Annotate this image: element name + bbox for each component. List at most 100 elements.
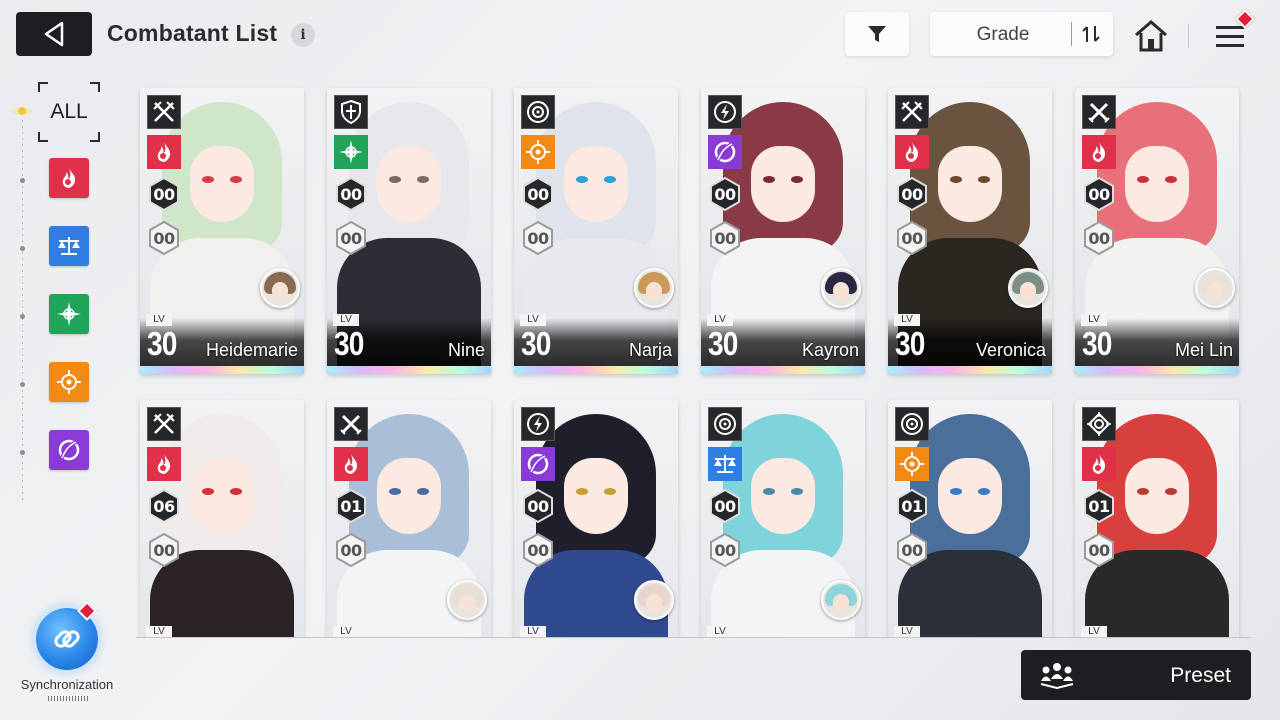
corner-bracket <box>90 132 100 142</box>
rank-value: 01 <box>1088 497 1110 516</box>
combatant-card[interactable]: 00 00 LV 30 Kayron <box>701 88 865 374</box>
crossed-blades-icon <box>334 407 368 441</box>
level-tag: LV <box>520 626 546 637</box>
combatant-card[interactable]: 00 00 LV 30 Mei Lin <box>1075 88 1239 374</box>
home-button[interactable] <box>1131 16 1171 56</box>
void-swirl-icon <box>708 135 742 169</box>
sync-label: Synchronization <box>20 677 114 692</box>
combatant-card[interactable]: 01 00 LV <box>888 400 1052 637</box>
shield-icon <box>334 95 368 129</box>
sub-rank-value: 00 <box>901 541 923 560</box>
companion-avatar <box>447 580 487 620</box>
sort-order-toggle[interactable] <box>1076 20 1106 48</box>
diamond-target-icon <box>1082 407 1116 441</box>
sidebar-dot <box>20 178 25 183</box>
rank-value: 00 <box>714 497 736 516</box>
sub-rank-badge: 00 <box>708 220 742 256</box>
synchronization-button[interactable] <box>32 601 102 674</box>
rank-value: 00 <box>1088 185 1110 204</box>
level-tag: LV <box>333 626 359 637</box>
link-chain-icon <box>54 630 80 648</box>
sun-icon <box>895 447 929 481</box>
rank-value: 01 <box>340 497 362 516</box>
sub-rank-value: 00 <box>153 541 175 560</box>
target-icon <box>895 407 929 441</box>
combatant-name: Nine <box>447 340 485 360</box>
rank-badge: 00 <box>521 176 555 212</box>
sidebar-guide-line <box>22 120 23 500</box>
filter-button[interactable] <box>845 12 909 56</box>
level-value: 30 <box>708 325 738 362</box>
sub-rank-badge: 00 <box>334 532 368 568</box>
combatant-card[interactable]: 01 00 LV <box>1075 400 1239 637</box>
combatant-card[interactable]: 01 00 LV <box>327 400 491 637</box>
home-icon <box>1135 20 1167 52</box>
rank-badge: 00 <box>708 176 742 212</box>
sub-rank-badge: 00 <box>147 220 181 256</box>
rank-badge: 00 <box>895 176 929 212</box>
companion-avatar <box>634 580 674 620</box>
combatant-card[interactable]: 00 00 LV <box>701 400 865 637</box>
flame-icon <box>147 135 181 169</box>
companion-avatar <box>1008 268 1048 308</box>
combatant-card[interactable]: 00 00 LV 30 Veronica <box>888 88 1052 374</box>
sub-rank-value: 00 <box>527 541 549 560</box>
flame-icon <box>147 447 181 481</box>
filter-icon <box>868 26 886 42</box>
companion-avatar <box>821 268 861 308</box>
filter-compass-star-button[interactable] <box>49 294 89 334</box>
sidebar-dot <box>20 314 25 319</box>
filter-scales-button[interactable] <box>49 226 89 266</box>
filter-void-swirl-button[interactable] <box>49 430 89 470</box>
level-tag: LV <box>1081 626 1107 637</box>
crossed-swords-icon <box>147 407 181 441</box>
combatant-name: Mei Lin <box>1174 340 1233 360</box>
combatant-card[interactable]: 06 00 LV <box>140 400 304 637</box>
lightning-icon <box>521 407 555 441</box>
rank-value: 00 <box>901 185 923 204</box>
rarity-strip <box>514 366 678 374</box>
combatant-card[interactable]: 00 00 LV <box>514 400 678 637</box>
combatant-card[interactable]: 00 00 LV 30 Narja <box>514 88 678 374</box>
filter-flame-button[interactable] <box>49 158 89 198</box>
combatant-name: Veronica <box>975 340 1046 360</box>
sidebar-dot <box>20 450 25 455</box>
crossed-swords-icon <box>147 95 181 129</box>
sidebar-dot <box>20 246 25 251</box>
companion-avatar <box>260 268 300 308</box>
sort-divider <box>1071 22 1072 46</box>
rank-badge: 00 <box>708 488 742 524</box>
top-separator <box>1188 24 1189 48</box>
rank-badge: 01 <box>334 488 368 524</box>
sub-rank-value: 00 <box>340 229 362 248</box>
preset-button[interactable]: Preset <box>1021 650 1251 700</box>
filter-sun-button[interactable] <box>49 362 89 402</box>
team-preset-icon <box>1040 663 1074 689</box>
combatant-card[interactable]: 00 00 LV 30 Nine <box>327 88 491 374</box>
grid-divider <box>136 637 1251 638</box>
sub-rank-badge: 00 <box>895 532 929 568</box>
sidebar-dot <box>20 382 25 387</box>
combatant-card[interactable]: 00 00 LV 30 Heidemarie <box>140 88 304 374</box>
flame-icon <box>895 135 929 169</box>
sub-rank-badge: 00 <box>1082 532 1116 568</box>
corner-bracket <box>38 132 48 142</box>
filter-all-button[interactable]: ALL <box>38 82 100 142</box>
target-icon <box>521 95 555 129</box>
back-button[interactable] <box>16 12 92 56</box>
level-value: 30 <box>334 325 364 362</box>
flame-icon <box>57 166 81 190</box>
rarity-strip <box>1075 366 1239 374</box>
sun-icon <box>521 135 555 169</box>
level-value: 30 <box>147 325 177 362</box>
rarity-strip <box>140 366 304 374</box>
selected-indicator-icon <box>10 103 34 119</box>
rank-badge: 01 <box>1082 488 1116 524</box>
lightning-icon <box>708 95 742 129</box>
rank-badge: 00 <box>1082 176 1116 212</box>
rank-badge: 00 <box>147 176 181 212</box>
sort-dropdown[interactable]: Grade <box>930 12 1113 56</box>
info-button[interactable]: i <box>291 23 315 47</box>
level-tag: LV <box>894 626 920 637</box>
rank-value: 00 <box>714 185 736 204</box>
